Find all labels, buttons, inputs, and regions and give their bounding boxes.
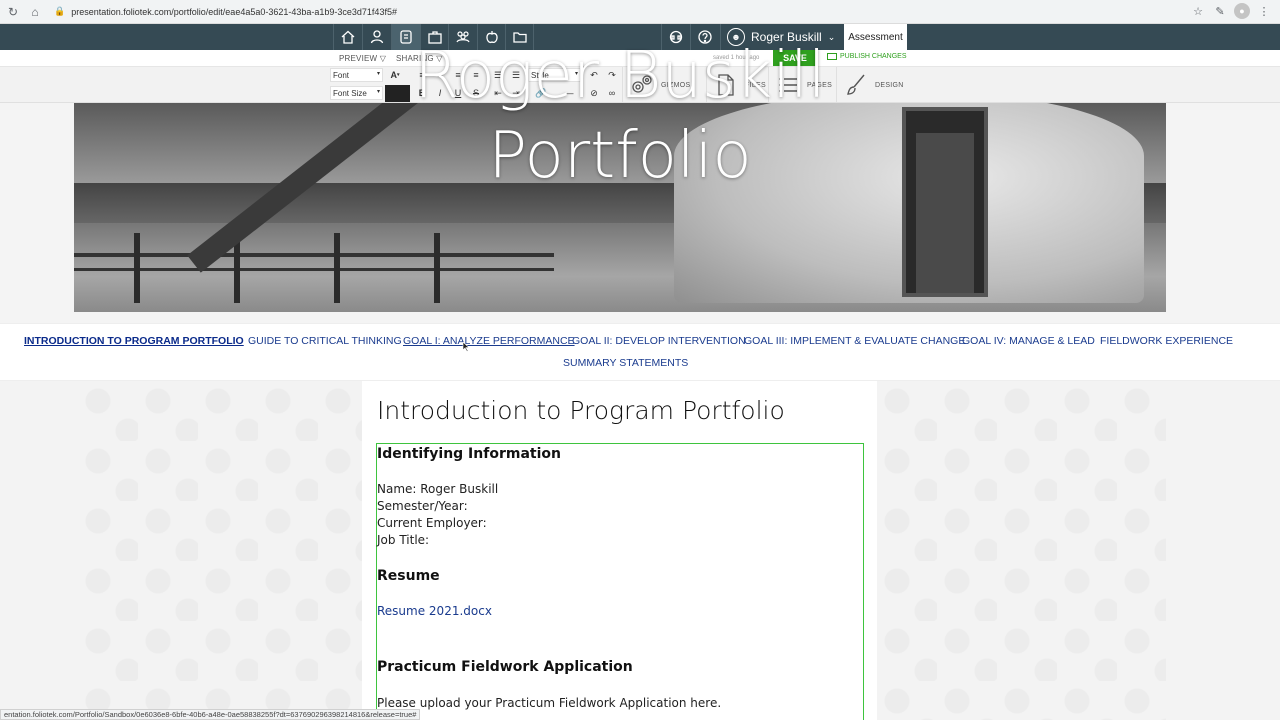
browser-status-bar: entation.foliotek.com/Portfolio/Sandbox/… xyxy=(0,709,421,720)
extensions-icon[interactable]: ✎ xyxy=(1212,3,1228,19)
profile-icon[interactable]: ● xyxy=(1234,3,1250,19)
nav-introduction[interactable]: INTRODUCTION TO PROGRAM PORTFOLIO xyxy=(24,335,244,347)
hero-title-line2: Portfolio xyxy=(488,119,752,193)
hero-title-line1: Roger Buskill xyxy=(414,39,826,113)
job-title-line: Job Title: xyxy=(377,533,430,547)
name-line: Name: Roger Buskill xyxy=(377,482,499,496)
resume-heading: Resume xyxy=(377,568,440,584)
nav-goal-2[interactable]: GOAL II: DEVELOP INTERVENTION xyxy=(572,335,746,347)
decorative-pattern-right xyxy=(877,381,1166,720)
page-navigation xyxy=(0,323,1280,381)
practicum-text: Please upload your Practicum Fieldwork A… xyxy=(377,696,722,710)
lock-icon: 🔒 xyxy=(54,6,66,16)
mouse-cursor-icon xyxy=(462,342,470,352)
employer-line: Current Employer: xyxy=(377,516,487,530)
home-icon[interactable]: ⌂ xyxy=(26,3,44,21)
resume-file-link[interactable]: Resume 2021.docx xyxy=(377,604,492,618)
hero-title: Roger Buskill Portfolio xyxy=(74,39,1166,196)
address-bar[interactable]: 🔒 presentation.foliotek.com/portfolio/ed… xyxy=(54,6,397,17)
practicum-heading: Practicum Fieldwork Application xyxy=(377,659,633,675)
nav-goal-3[interactable]: GOAL III: IMPLEMENT & EVALUATE CHANGE xyxy=(744,335,965,347)
url-text: presentation.foliotek.com/portfolio/edit… xyxy=(71,6,397,17)
decorative-pattern-left xyxy=(78,381,362,720)
reload-icon[interactable]: ↻ xyxy=(4,3,22,21)
semester-line: Semester/Year: xyxy=(377,499,468,513)
page-title: Introduction to Program Portfolio xyxy=(377,396,785,425)
star-icon[interactable]: ☆ xyxy=(1190,3,1206,19)
nav-critical-thinking[interactable]: GUIDE TO CRITICAL THINKING xyxy=(248,335,402,347)
nav-goal-1[interactable]: GOAL I: ANALYZE PERFORMANCE xyxy=(403,335,575,347)
browser-toolbar: ↻ ⌂ 🔒 presentation.foliotek.com/portfoli… xyxy=(0,0,1280,24)
nav-summary[interactable]: SUMMARY STATEMENTS xyxy=(563,357,688,369)
menu-icon[interactable]: ⋮ xyxy=(1256,3,1272,19)
nav-goal-4[interactable]: GOAL IV: MANAGE & LEAD xyxy=(962,335,1095,347)
identifying-heading: Identifying Information xyxy=(377,446,561,462)
nav-fieldwork[interactable]: FIELDWORK EXPERIENCE xyxy=(1100,335,1233,347)
